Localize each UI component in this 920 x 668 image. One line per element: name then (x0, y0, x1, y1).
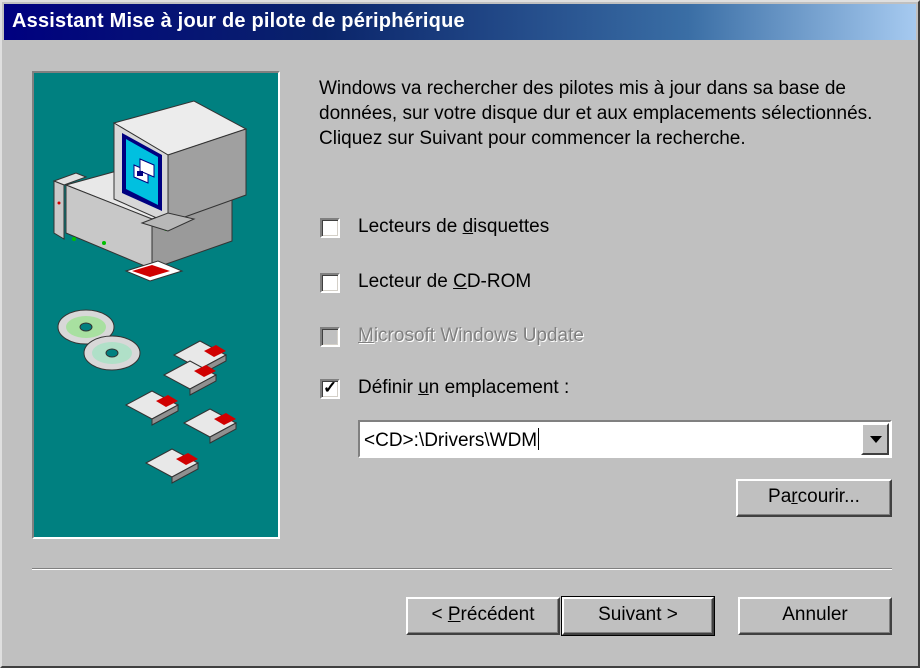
window-title: Assistant Mise à jour de pilote de périp… (12, 10, 465, 32)
checkbox-specify-location[interactable]: ✓ (320, 378, 340, 399)
intro-text: Windows va rechercher des pilotes mis à … (319, 78, 873, 149)
computer-icon (52, 100, 248, 282)
cancel-button[interactable]: Annuler (738, 597, 892, 635)
cd-icon (57, 309, 141, 371)
option-windows-update-label: Microsoft Windows Update (358, 325, 584, 346)
checkbox-floppy-drives[interactable] (320, 218, 340, 238)
checkmark-icon: ✓ (323, 378, 338, 397)
location-value: <CD>:\Drivers\WDM (364, 430, 538, 451)
dropdown-arrow-icon (870, 436, 882, 443)
floppy-disk-icon (124, 340, 238, 484)
next-button[interactable]: Suivant > (561, 596, 715, 636)
separator (32, 568, 892, 570)
option-specify-location-label: Définir un emplacement : (358, 377, 570, 398)
title-bar[interactable]: Assistant Mise à jour de pilote de périp… (4, 4, 916, 40)
location-input[interactable]: <CD>:\Drivers\WDM (364, 428, 540, 452)
checkbox-cdrom-drive[interactable] (320, 273, 340, 293)
text-cursor (538, 428, 540, 450)
back-button[interactable]: < Précédent (406, 597, 560, 635)
wizard-window: Assistant Mise à jour de pilote de périp… (0, 0, 920, 668)
location-combobox[interactable]: <CD>:\Drivers\WDM (358, 420, 892, 458)
option-floppy-drives-label: Lecteurs de disquettes (358, 216, 550, 237)
browse-button[interactable]: Parcourir... (736, 479, 892, 517)
illustration-graphic (52, 100, 248, 484)
location-dropdown-button[interactable] (861, 423, 889, 455)
option-cdrom-drive-label: Lecteur de CD-ROM (358, 271, 532, 292)
wizard-illustration (32, 71, 280, 539)
checkbox-windows-update (320, 327, 340, 347)
